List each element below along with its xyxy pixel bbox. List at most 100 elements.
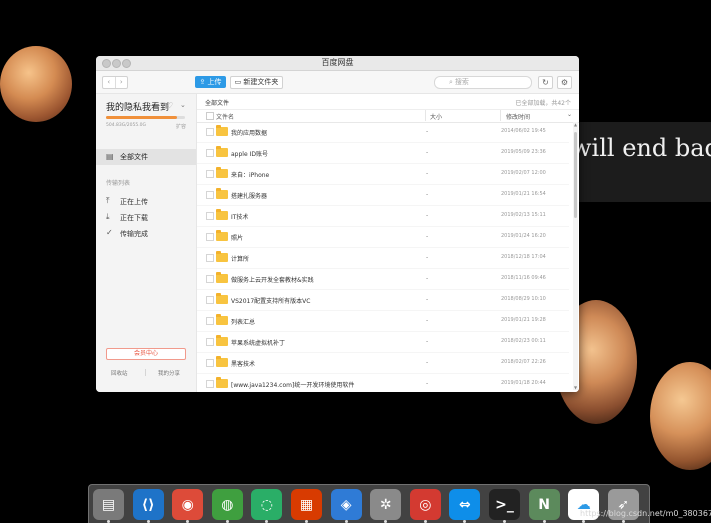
history-nav: ‹ › (102, 76, 128, 89)
chevron-down-icon[interactable]: ⌄ (180, 101, 186, 109)
file-date: 2019/05/09 23:36 (501, 149, 546, 155)
finder-app-icon[interactable]: ▤ (93, 489, 124, 520)
settings-button[interactable]: ⚙ (557, 76, 572, 89)
preferences-app-icon[interactable]: ✲ (370, 489, 402, 520)
sidebar-item-uploading[interactable]: ⤒ 正在上传 (106, 196, 191, 208)
table-row[interactable]: 计算所 - 2018/12/18 17:04 (197, 248, 569, 269)
netease-music-app-icon[interactable]: ◎ (409, 489, 441, 520)
watermark: https://blog.csdn.net/m0_38036750 (580, 509, 711, 518)
row-checkbox[interactable] (206, 254, 214, 262)
row-checkbox[interactable] (206, 317, 214, 325)
table-row[interactable]: 来自：iPhone - 2019/02/07 12:00 (197, 164, 569, 185)
member-center-button[interactable]: 会员中心 (106, 348, 186, 360)
globe-app-icon[interactable]: ◍ (211, 489, 243, 520)
row-checkbox[interactable] (206, 170, 214, 178)
row-checkbox[interactable] (206, 275, 214, 283)
expand-storage-link[interactable]: 扩容 (176, 123, 186, 130)
file-name: 来自：iPhone (231, 172, 270, 179)
recycle-bin-link[interactable]: 回收站 (111, 369, 128, 377)
new-folder-button[interactable]: ▭ 新建文件夹 (230, 76, 283, 89)
row-checkbox[interactable] (206, 212, 214, 220)
folder-icon (216, 146, 228, 157)
row-checkbox[interactable] (206, 338, 214, 346)
table-row[interactable]: IT技术 - 2019/02/13 15:11 (197, 206, 569, 227)
column-header-size[interactable]: 大小 (430, 112, 442, 121)
file-name: 做服务上云开发全套教材&实践 (231, 277, 314, 284)
sort-chevron-icon[interactable]: ⌄ (567, 111, 572, 118)
table-row[interactable]: 搭建扎服务器 - 2019/01/21 16:54 (197, 185, 569, 206)
file-size: - (426, 296, 429, 303)
table-header: 文件名 大小 修改时间 ⌄ (197, 109, 579, 123)
row-checkbox[interactable] (206, 233, 214, 241)
column-header-date[interactable]: 修改时间 (506, 112, 530, 121)
row-checkbox[interactable] (206, 149, 214, 157)
folder-icon (216, 188, 228, 199)
back-icon[interactable]: ‹ (103, 77, 115, 88)
title-bar[interactable]: 百度网盘 (96, 56, 579, 71)
office-app-icon[interactable]: ▦ (291, 489, 322, 520)
folder-icon (216, 335, 228, 346)
folder-icon (216, 209, 228, 220)
file-date: 2018/12/18 17:04 (501, 254, 546, 260)
table-row[interactable]: apple ID账号 - 2019/05/09 23:36 (197, 143, 569, 164)
scrollbar-thumb[interactable] (574, 132, 577, 218)
table-row[interactable]: 苹果系统虚拟机补丁 - 2018/02/23 00:11 (197, 332, 569, 353)
mars-wallpaper-planet (0, 46, 72, 122)
upload-icon: ⇪ (199, 78, 208, 86)
sidebar-item-completed[interactable]: ✓ 传输完成 (106, 228, 191, 240)
upload-button[interactable]: ⇪ 上传 (195, 76, 226, 88)
table-row[interactable]: 照片 - 2019/01/24 16:20 (197, 227, 569, 248)
table-row[interactable]: VS2017配置支持所有版本VC - 2018/08/29 10:10 (197, 290, 569, 311)
baidu-netdisk-window: 百度网盘 ‹ › ⇪ 上传 ▭ 新建文件夹 ⌕ 搜索 ↻ ⚙ 我的隐私我看到 ♡ … (96, 56, 579, 392)
search-input[interactable]: ⌕ 搜索 (434, 76, 532, 89)
folder-icon (216, 314, 228, 325)
upload-icon: ⤒ (106, 196, 110, 205)
refresh-icon: ↻ (542, 78, 549, 87)
vscode-app-icon[interactable]: ⟨⟩ (132, 489, 164, 520)
wechat-app-icon[interactable]: ◌ (251, 489, 283, 520)
table-row[interactable]: 做服务上云开发全套教材&实践 - 2018/11/16 09:46 (197, 269, 569, 290)
file-date: 2019/01/18 20:44 (501, 380, 546, 386)
terminal-app-icon[interactable]: >_ (489, 489, 520, 520)
sidebar-item-downloading[interactable]: ⤓ 正在下载 (106, 212, 191, 224)
table-row[interactable]: 我的应用数据 - 2014/06/02 19:45 (197, 122, 569, 143)
sidebar-item-label: 正在上传 (120, 198, 148, 206)
file-size: - (426, 170, 429, 177)
upload-label: 上传 (207, 78, 222, 86)
nginx-app-icon[interactable]: N (528, 489, 560, 520)
mars-wallpaper-planet (650, 362, 711, 470)
thunder-app-icon[interactable]: ◈ (330, 489, 362, 520)
select-all-checkbox[interactable] (206, 112, 214, 120)
sidebar-item-label: 正在下载 (120, 214, 148, 222)
table-row[interactable]: 黑客技术 - 2018/02/07 22:26 (197, 353, 569, 374)
column-header-name[interactable]: 文件名 (216, 112, 234, 121)
row-checkbox[interactable] (206, 359, 214, 367)
file-size: - (426, 380, 429, 387)
storage-quota-text: 504.83G/2055.0G (106, 123, 146, 128)
chrome-app-icon[interactable]: ◉ (172, 489, 204, 520)
vip-diamond-icon[interactable]: ♡ (166, 101, 173, 110)
scroll-down-arrow-icon[interactable]: ▼ (574, 385, 577, 390)
file-date: 2019/02/13 15:11 (501, 212, 546, 218)
scroll-up-arrow-icon[interactable]: ▲ (574, 122, 577, 127)
scrollbar[interactable] (573, 122, 578, 390)
refresh-button[interactable]: ↻ (538, 76, 553, 89)
teamviewer-app-icon[interactable]: ⇔ (449, 489, 481, 520)
row-checkbox[interactable] (206, 296, 214, 304)
storage-quota-bar (106, 116, 185, 119)
table-row[interactable]: [www.java1234.com]统一开发环境使用软件 - 2019/01/18 … (197, 374, 569, 392)
sidebar-item-all-files[interactable]: ▤ 全部文件 (96, 149, 196, 165)
user-name[interactable]: 我的隐私我看到 (106, 100, 169, 113)
table-row[interactable]: 列表汇总 - 2019/01/21 19:28 (197, 311, 569, 332)
row-checkbox[interactable] (206, 128, 214, 136)
breadcrumb[interactable]: 全部文件 (205, 98, 229, 107)
window-title: 百度网盘 (321, 58, 354, 67)
folder-icon (216, 293, 228, 304)
file-size: - (426, 317, 429, 324)
my-share-link[interactable]: 我的分享 (158, 369, 180, 377)
transfer-section-heading: 传输列表 (106, 180, 131, 187)
forward-icon[interactable]: › (114, 77, 128, 88)
file-date: 2019/01/21 16:54 (501, 191, 546, 197)
row-checkbox[interactable] (206, 191, 214, 199)
row-checkbox[interactable] (206, 380, 214, 388)
